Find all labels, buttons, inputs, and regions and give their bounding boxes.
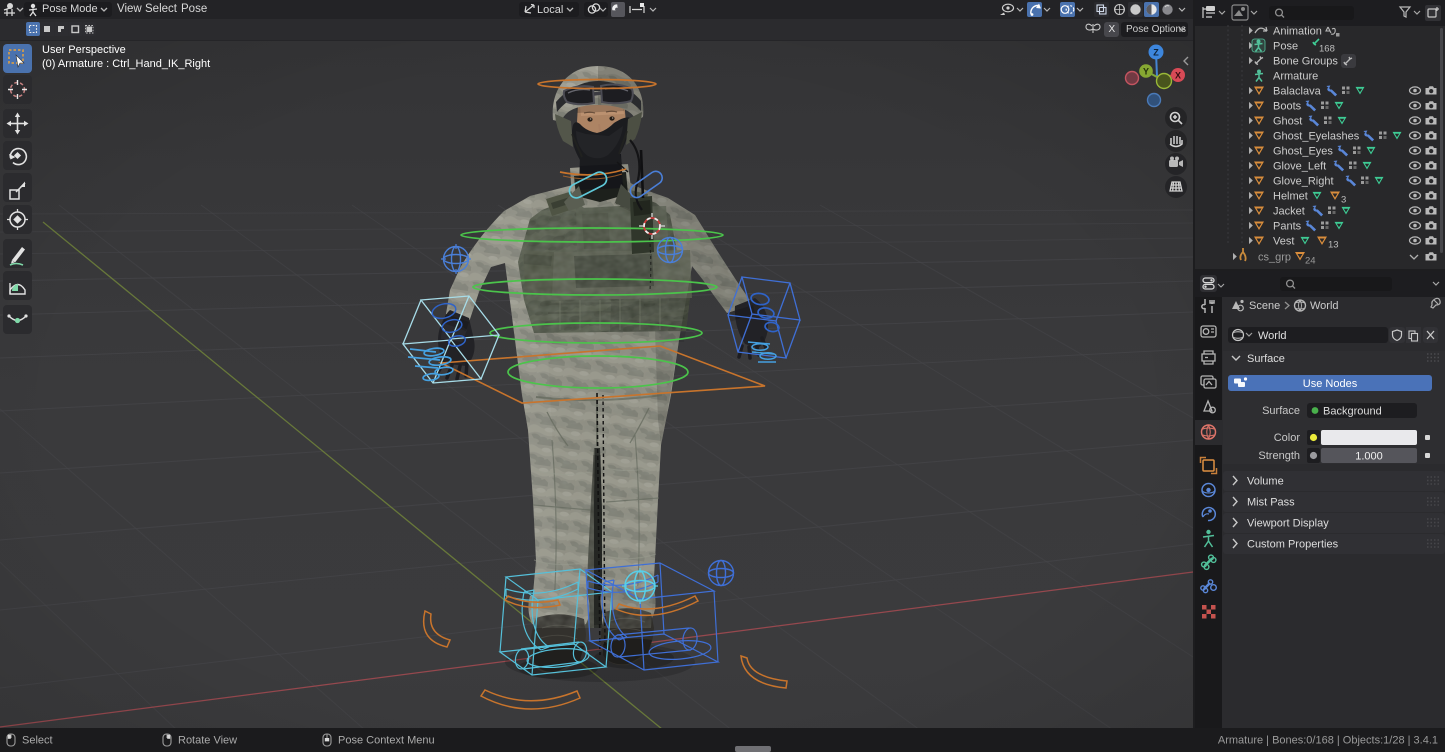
svg-text:Background: Background: [1323, 406, 1382, 418]
svg-text:168: 168: [1319, 44, 1335, 55]
svg-text:Custom Properties: Custom Properties: [1247, 539, 1339, 551]
svg-text:24: 24: [1305, 256, 1316, 267]
svg-text:Viewport Display: Viewport Display: [1247, 518, 1329, 530]
svg-text:Ghost_Eyes: Ghost_Eyes: [1273, 146, 1333, 158]
svg-text:Bone Groups: Bone Groups: [1273, 56, 1338, 68]
svg-text:Strength: Strength: [1258, 450, 1300, 462]
svg-text:Pants: Pants: [1273, 221, 1302, 233]
svg-text:1.000: 1.000: [1355, 451, 1383, 463]
svg-text:Armature: Armature: [1273, 71, 1318, 83]
svg-text:Y: Y: [1143, 67, 1149, 77]
svg-text:Ghost_Eyelashes: Ghost_Eyelashes: [1273, 131, 1360, 143]
svg-text:Animation: Animation: [1273, 26, 1322, 38]
svg-text:Z: Z: [1153, 48, 1159, 58]
svg-text:Scene: Scene: [1249, 300, 1280, 312]
svg-text:Vest: Vest: [1273, 236, 1294, 248]
svg-text:Helmet: Helmet: [1273, 191, 1308, 203]
svg-text:13: 13: [1328, 240, 1339, 251]
svg-text:X: X: [1175, 71, 1181, 81]
svg-text:Rotate View: Rotate View: [178, 735, 237, 747]
svg-text:Surface: Surface: [1247, 353, 1285, 365]
svg-text:Volume: Volume: [1247, 476, 1284, 488]
svg-text:Pose: Pose: [1273, 41, 1298, 53]
svg-text:Jacket: Jacket: [1273, 206, 1305, 218]
svg-text:Use Nodes: Use Nodes: [1303, 378, 1358, 390]
svg-text:3: 3: [1341, 195, 1346, 206]
svg-text:Glove_Left: Glove_Left: [1273, 161, 1326, 173]
svg-text:cs_grp: cs_grp: [1258, 252, 1291, 264]
svg-text:Ghost: Ghost: [1273, 116, 1302, 128]
svg-text:Color: Color: [1274, 432, 1301, 444]
svg-text:Boots: Boots: [1273, 101, 1302, 113]
svg-text:Pose Context Menu: Pose Context Menu: [338, 735, 435, 747]
svg-text:World: World: [1258, 330, 1287, 342]
svg-text:Mist Pass: Mist Pass: [1247, 497, 1295, 509]
svg-text:World: World: [1310, 300, 1339, 312]
svg-text:Glove_Right: Glove_Right: [1273, 176, 1334, 188]
svg-text:Armature | Bones:0/168 | Objec: Armature | Bones:0/168 | Objects:1/28 | …: [1218, 735, 1438, 747]
svg-text:Select: Select: [22, 735, 53, 747]
svg-text:Balaclava: Balaclava: [1273, 86, 1322, 98]
svg-text:Surface: Surface: [1262, 405, 1300, 417]
